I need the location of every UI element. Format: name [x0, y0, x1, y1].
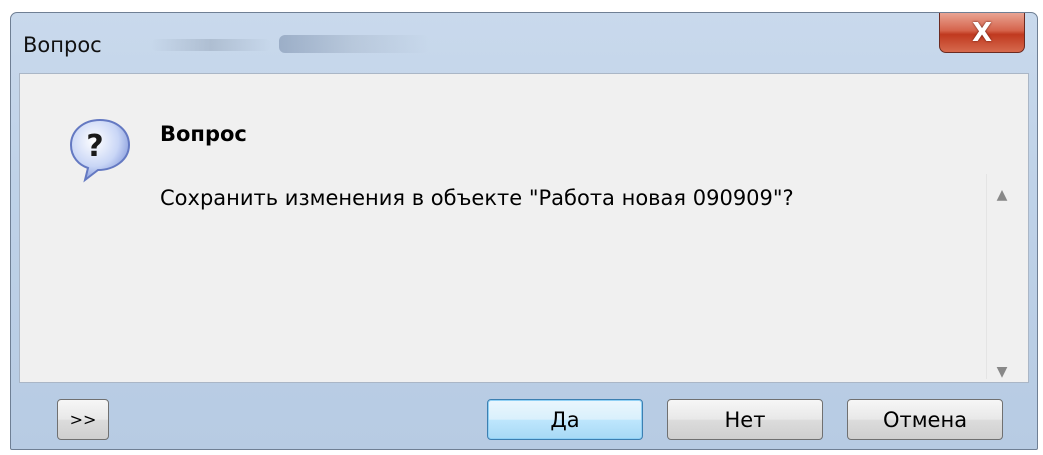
yes-button[interactable]: Да: [487, 399, 643, 440]
svg-text:?: ?: [86, 129, 103, 164]
title-bar-background-blur: [151, 39, 271, 51]
close-icon: X: [971, 17, 993, 48]
dialog-header: Вопрос: [160, 122, 247, 146]
dialog-message: Сохранить изменения в объекте "Работа но…: [160, 186, 794, 210]
scroll-up-arrow-icon[interactable]: ▲: [995, 188, 1009, 202]
dialog-window: Вопрос X ? Вопрос Сохранить изменения в …: [10, 12, 1038, 450]
window-title: Вопрос: [23, 33, 102, 57]
button-bar: >> Да Нет Отмена: [11, 385, 1037, 449]
no-button[interactable]: Нет: [667, 399, 823, 440]
question-icon: ?: [69, 118, 131, 183]
title-bar-background-blur: [279, 35, 429, 53]
details-toggle-button[interactable]: >>: [57, 399, 109, 440]
scroll-down-arrow-icon[interactable]: ▼: [995, 365, 1009, 379]
cancel-button[interactable]: Отмена: [847, 399, 1003, 440]
close-button[interactable]: X: [939, 13, 1025, 53]
message-scrollbar[interactable]: ▲ ▼: [986, 174, 1016, 379]
title-bar[interactable]: Вопрос X: [11, 13, 1037, 73]
dialog-content: ? Вопрос Сохранить изменения в объекте "…: [19, 73, 1029, 383]
